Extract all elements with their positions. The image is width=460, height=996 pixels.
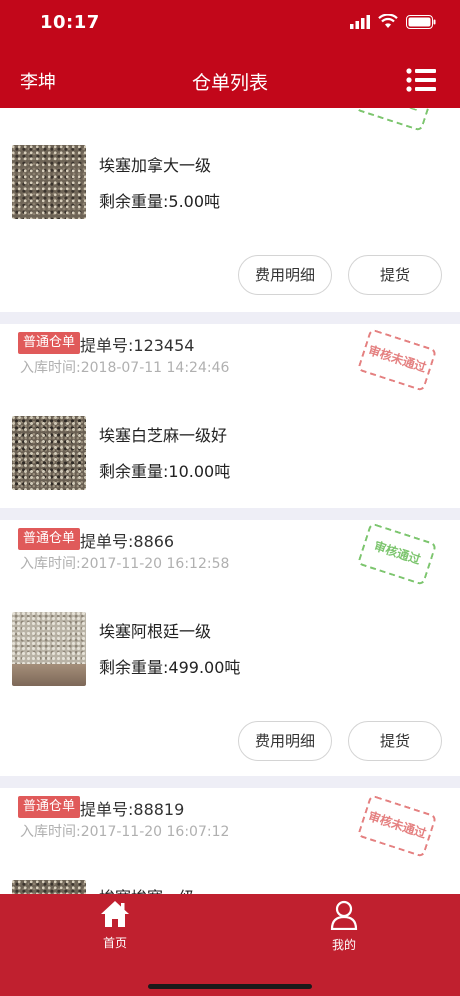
product-name: 埃塞加拿大一级 [99,156,212,175]
bill-number: 提单号:123454 [80,336,195,355]
tab-mine-label: 我的 [331,938,356,952]
bill-number: 提单号:8866 [80,532,175,551]
remaining-weight: 剩余重量:10.00吨 [99,462,231,481]
page-title: 仓单列表 [191,72,268,94]
in-time: 入库时间:2017-11-20 16:07:12 [20,824,230,840]
receipt-type-tag: 普通仓单 [18,528,81,550]
remaining-weight: 剩余重量:499.00吨 [99,658,241,677]
tab-mine[interactable]: 我的 [314,900,374,953]
tab-home-label: 首页 [102,936,127,950]
warehouse-receipt-list[interactable]: 审核通过 埃塞加拿大一级 剩余重量:5.00吨 费用明细 提货 普通仓单 提单号… [0,108,460,894]
status-icons [350,14,436,29]
stamp-approved: 审核通过 [354,108,436,132]
product-image [12,416,86,490]
product-name: 埃塞阿根廷一级 [99,622,212,641]
receipt-type-tag: 普通仓单 [18,332,81,354]
fee-detail-button[interactable]: 费用明细 [238,255,332,295]
pickup-button[interactable]: 提货 [348,721,442,761]
list-menu-icon[interactable] [406,68,436,92]
tab-home[interactable]: 首页 [85,900,145,951]
product-name: 埃塞埃塞一级 [99,884,195,894]
signal-icon [350,14,370,29]
home-icon [101,901,129,927]
in-time: 入库时间:2017-11-20 16:12:58 [20,556,230,572]
product-name: 埃塞白芝麻一级好 [99,426,228,445]
stamp-approved: 审核通过 [356,522,438,586]
fee-detail-button[interactable]: 费用明细 [238,721,332,761]
product-image [12,145,86,219]
tab-bar: 首页 我的 [0,894,460,996]
user-icon [330,900,358,931]
receipt-card[interactable]: 审核通过 埃塞加拿大一级 剩余重量:5.00吨 费用明细 提货 [0,108,460,312]
card-divider [0,312,460,324]
product-image [12,880,86,894]
receipt-card[interactable]: 普通仓单 提单号:88819 入库时间:2017-11-20 16:07:12 … [0,788,460,894]
remaining-weight: 剩余重量:5.00吨 [99,192,221,211]
card-divider [0,508,460,520]
receipt-card[interactable]: 普通仓单 提单号:8866 入库时间:2017-11-20 16:12:58 审… [0,520,460,776]
stamp-rejected: 审核未通过 [356,328,438,392]
pickup-button[interactable]: 提货 [348,255,442,295]
stamp-rejected: 审核未通过 [356,794,438,858]
in-time: 入库时间:2018-07-11 14:24:46 [20,360,230,376]
card-divider [0,776,460,788]
battery-icon [406,14,436,29]
receipt-type-tag: 普通仓单 [18,796,81,818]
nav-bar: 李坤 仓单列表 [0,48,460,108]
status-time: 10:17 [40,12,100,33]
status-bar: 10:17 [0,0,460,48]
home-indicator [148,984,312,989]
wifi-icon [378,14,398,28]
receipt-card[interactable]: 普通仓单 提单号:123454 入库时间:2018-07-11 14:24:46… [0,324,460,508]
product-image [12,612,86,686]
bill-number: 提单号:88819 [80,800,185,819]
